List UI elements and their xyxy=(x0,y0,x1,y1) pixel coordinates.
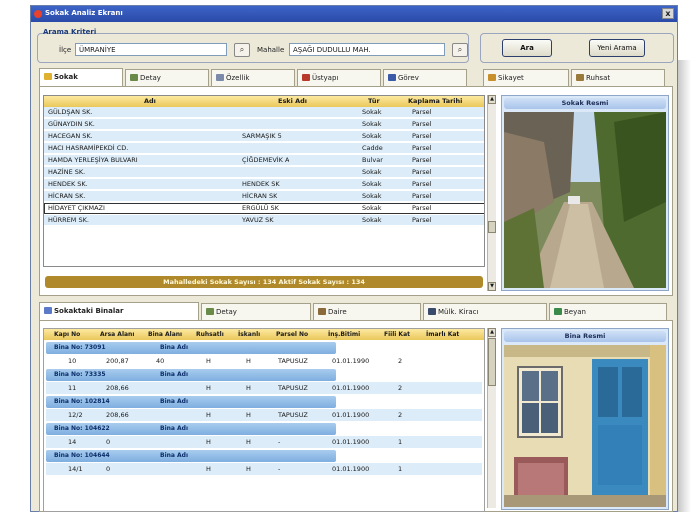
window-title: Sokak Analiz Ekranı xyxy=(45,9,123,17)
tab-ozellik[interactable]: Özellik xyxy=(211,69,295,86)
street-photo xyxy=(504,112,666,288)
table-row[interactable]: HİCRAN SK. HİCRAN SK Sokak Parsel xyxy=(44,191,484,202)
mahalle-label: Mahalle xyxy=(257,46,285,54)
building-grid-header: Kapı No Arsa Alanı Bina Alanı Ruhsatlı İ… xyxy=(44,329,484,340)
detail-icon xyxy=(130,74,138,81)
search-button[interactable]: Ara xyxy=(502,39,552,57)
tab-sikayet[interactable]: Sikayet xyxy=(483,69,569,86)
title-bar: Sokak Analiz Ekranı x xyxy=(31,6,677,22)
table-row[interactable]: GÜNAYDIN SK. Sokak Parsel xyxy=(44,119,484,130)
col-adi[interactable]: Adı xyxy=(144,97,156,105)
building-row[interactable]: 14 0 H H -01.01.1900 1 xyxy=(46,436,482,448)
building-group-header[interactable]: Bina No: 102814 Bina Adı xyxy=(46,396,336,408)
col-arsa-alani[interactable]: Arsa Alanı xyxy=(100,331,134,338)
col-eski-adi[interactable]: Eski Adı xyxy=(278,97,307,105)
building-group-header[interactable]: Bina No: 73091 Bina Adı xyxy=(46,342,336,354)
building-row[interactable]: 11 208,66 H H TAPUSUZ 01.01.1900 2 xyxy=(46,382,482,394)
table-row[interactable]: HÜRREM SK. YAVUZ SK Sokak Parsel xyxy=(44,215,484,226)
apartment-icon xyxy=(318,308,326,315)
street-image-panel: Sokak Resmi xyxy=(501,95,669,291)
street-count-status: Mahalledeki Sokak Sayısı : 134 Aktif Sok… xyxy=(45,276,483,288)
tab-beyan[interactable]: Beyan xyxy=(549,303,667,320)
building-group-header[interactable]: Bina No: 104622 Bina Adı xyxy=(46,423,336,435)
sokak-analiz-window: Sokak Analiz Ekranı x Arama Kriteri İlçe… xyxy=(30,5,678,512)
scroll-thumb[interactable] xyxy=(488,221,496,233)
tab-sokak[interactable]: Sokak xyxy=(39,68,123,86)
building-grid: Kapı No Arsa Alanı Bina Alanı Ruhsatlı İ… xyxy=(43,328,485,512)
street-grid: Adı Eski Adı Tür Kaplama Tarihi GÜLDŞAN … xyxy=(43,95,485,267)
street-image-title: Sokak Resmi xyxy=(504,98,666,109)
scroll-up-icon[interactable]: ▲ xyxy=(488,95,496,104)
infrastructure-icon xyxy=(302,74,310,81)
table-row[interactable]: HENDEK SK. HENDEK SK Sokak Parsel xyxy=(44,179,484,190)
ilce-input[interactable]: ÜMRANİYE xyxy=(75,43,227,56)
table-row[interactable]: HAMDA YERLEŞİYA BULVARI ÇİĞDEMEVİK A Bulva… xyxy=(44,155,484,166)
col-tur[interactable]: Tür xyxy=(368,97,380,105)
mahalle-lookup-button[interactable]: ⌕ xyxy=(452,43,468,57)
ilce-lookup-button[interactable]: ⌕ xyxy=(234,43,250,57)
tab-mulk-kiraci[interactable]: Mülk. Kiracı xyxy=(423,303,547,320)
tab-bina-detay[interactable]: Detay xyxy=(201,303,311,320)
building-icon xyxy=(44,307,52,314)
tab-detay[interactable]: Detay xyxy=(125,69,209,86)
close-button[interactable]: x xyxy=(662,8,674,19)
search-icon: ⌕ xyxy=(239,45,245,54)
license-icon xyxy=(576,74,584,81)
table-row[interactable]: HAZİNE SK. Sokak Parsel xyxy=(44,167,484,178)
col-fiili-kat[interactable]: Fiili Kat xyxy=(384,331,410,338)
building-image-title: Bina Resmi xyxy=(504,331,666,342)
col-parsel-no[interactable]: Parsel No xyxy=(276,331,308,338)
street-grid-header: Adı Eski Adı Tür Kaplama Tarihi xyxy=(44,96,484,107)
mahalle-input[interactable]: AŞAĞI DUDULLU MAH. xyxy=(289,43,445,56)
search-icon: ⌕ xyxy=(457,45,463,54)
scroll-thumb[interactable] xyxy=(488,338,496,386)
table-row[interactable]: GÜLDŞAN SK. Sokak Parsel xyxy=(44,107,484,118)
col-imarli-kat[interactable]: İmarlı Kat xyxy=(426,331,459,338)
building-group-header[interactable]: Bina No: 104644 Bina Adı xyxy=(46,450,336,462)
tab-ustyapi[interactable]: Üstyapı xyxy=(297,69,381,86)
building-row[interactable]: 12/2 208,66 H H TAPUSUZ 01.01.1900 2 xyxy=(46,409,482,421)
col-ins-bitimi[interactable]: İnş.Bitimi xyxy=(328,331,360,338)
tab-gorev[interactable]: Görev xyxy=(383,69,467,86)
detail-icon xyxy=(206,308,214,315)
building-grid-scrollbar[interactable]: ▲ xyxy=(487,328,496,508)
tab-daire[interactable]: Daire xyxy=(313,303,421,320)
table-row[interactable]: HACEGAN SK. SARMAŞIK 5 Sokak Parsel xyxy=(44,131,484,142)
building-row[interactable]: 10 200,87 40 H H TAPUSUZ 01.01.1990 2 xyxy=(46,355,482,367)
task-icon xyxy=(388,74,396,81)
complaint-icon xyxy=(488,74,496,81)
street-icon xyxy=(44,73,52,80)
tab-sokaktaki-binalar[interactable]: Sokaktaki Binalar xyxy=(39,302,199,320)
table-row-selected[interactable]: HİDAYET ÇIKMAZI ERGÜLÜ SK Sokak Parsel xyxy=(44,203,484,214)
building-group-header[interactable]: Bina No: 73335 Bina Adı xyxy=(46,369,336,381)
street-grid-scrollbar[interactable]: ▲ ▼ xyxy=(487,95,496,291)
app-icon xyxy=(34,10,42,18)
col-kaplama-tarihi[interactable]: Kaplama Tarihi xyxy=(408,97,462,105)
ilce-label: İlçe xyxy=(59,46,72,54)
table-row[interactable]: HACI HASRAMİPEKDİ CD. Cadde Parsel xyxy=(44,143,484,154)
col-iskanli[interactable]: İskanlı xyxy=(238,331,260,338)
col-bina-alani[interactable]: Bina Alanı xyxy=(148,331,182,338)
building-photo xyxy=(504,345,666,507)
tab-ruhsat[interactable]: Ruhsat xyxy=(571,69,665,86)
scroll-up-icon[interactable]: ▲ xyxy=(488,328,496,337)
col-ruhsatli[interactable]: Ruhsatlı xyxy=(196,331,224,338)
col-kapi-no[interactable]: Kapı No xyxy=(54,331,80,338)
building-image-panel: Bina Resmi xyxy=(501,328,669,510)
search-criteria-legend: Arama Kriteri xyxy=(43,28,97,36)
building-row[interactable]: 14/1 0 H H -01.01.1900 1 xyxy=(46,463,482,475)
owner-icon xyxy=(428,308,436,315)
properties-icon xyxy=(216,74,224,81)
window-edge-shadow xyxy=(678,60,691,512)
declaration-icon xyxy=(554,308,562,315)
new-search-button[interactable]: Yeni Arama xyxy=(589,39,645,57)
scroll-down-icon[interactable]: ▼ xyxy=(488,282,496,291)
